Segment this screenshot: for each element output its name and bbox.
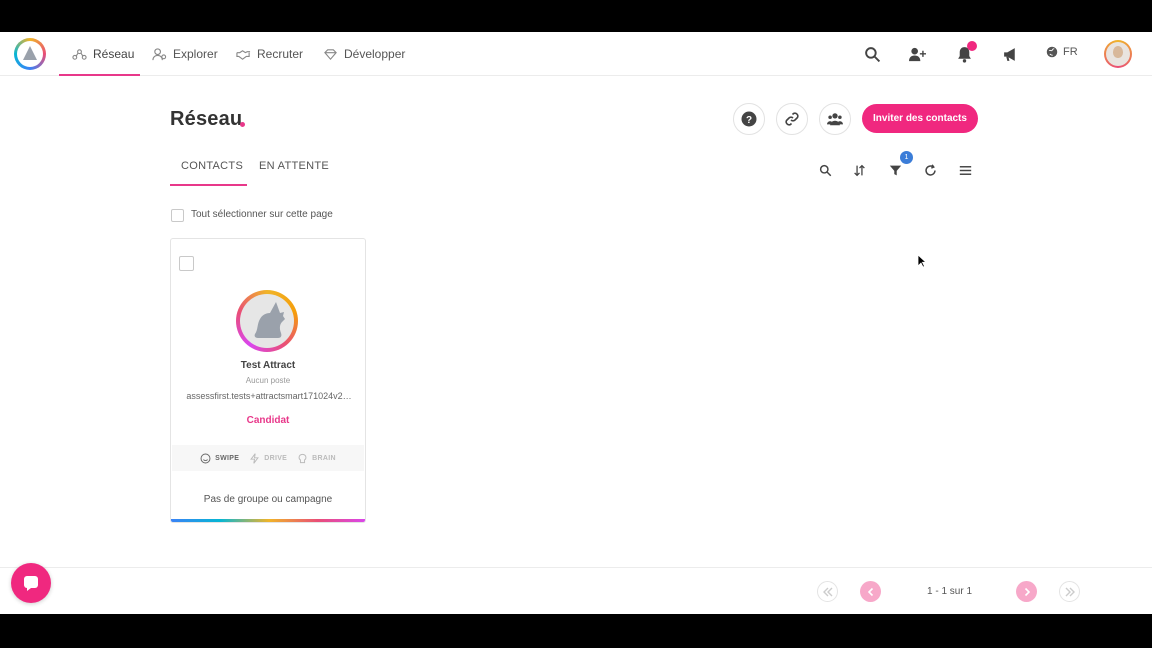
question-icon: ?	[741, 111, 757, 127]
first-page-button[interactable]	[817, 581, 838, 602]
contact-role: Candidat	[246, 415, 290, 426]
user-avatar[interactable]	[1104, 40, 1132, 68]
language-label: FR	[1063, 46, 1078, 58]
chevron-right-icon	[1024, 587, 1030, 596]
smile-icon	[200, 453, 211, 463]
contact-name: Test Attract	[240, 360, 296, 371]
share-link-button[interactable]	[776, 103, 808, 135]
filter-icon[interactable]	[886, 161, 904, 179]
tab-contacts[interactable]: CONTACTS	[181, 160, 243, 186]
brain-tool-label: BRAIN	[312, 454, 336, 462]
swipe-tool-label: SWIPE	[215, 454, 240, 462]
pagination-bar: 1 - 1 sur 1	[0, 567, 1152, 614]
unicorn-icon	[254, 302, 285, 338]
group-icon	[827, 113, 843, 126]
notification-dot	[967, 41, 977, 51]
select-all-checkbox[interactable]	[171, 209, 184, 222]
drive-tool-label: DRIVE	[264, 454, 288, 462]
last-page-button[interactable]	[1059, 581, 1080, 602]
link-icon	[785, 112, 799, 126]
search-icon[interactable]	[816, 161, 834, 179]
contact-position: Aucun poste	[245, 376, 291, 385]
app-screen: Réseau Explorer Recruter Développer FR R…	[0, 32, 1152, 614]
globe-icon	[1046, 46, 1058, 58]
top-navbar: Réseau Explorer Recruter Développer FR	[0, 32, 1152, 76]
active-tab-indicator	[170, 184, 247, 186]
drive-tool[interactable]: DRIVE	[249, 452, 288, 464]
network-icon	[72, 48, 87, 60]
nav-item-label: Développer	[344, 47, 406, 61]
nav-item-explorer[interactable]: Explorer	[152, 32, 218, 76]
nav-item-reseau[interactable]: Réseau	[72, 32, 134, 76]
chat-widget-button[interactable]	[11, 563, 51, 603]
megaphone-icon[interactable]	[1000, 44, 1020, 64]
double-chevron-left-icon	[822, 587, 832, 596]
svg-text:?: ?	[746, 115, 752, 126]
filter-count-badge: 1	[900, 151, 913, 164]
nav-item-label: Réseau	[93, 47, 135, 61]
contact-group: Pas de groupe ou campagne	[203, 494, 333, 505]
contact-email: assessfirst.tests+attractsmart171024v2…	[186, 391, 352, 401]
language-selector[interactable]: FR	[1046, 46, 1078, 58]
nav-item-label: Explorer	[173, 47, 218, 61]
title-accent-dot	[240, 122, 245, 127]
tab-en-attente[interactable]: EN ATTENTE	[259, 160, 329, 186]
chat-icon	[24, 576, 38, 591]
groups-button[interactable]	[819, 103, 851, 135]
help-button[interactable]: ?	[733, 103, 765, 135]
refresh-icon[interactable]	[921, 161, 939, 179]
active-nav-indicator	[59, 74, 140, 76]
page-title: Réseau	[170, 108, 243, 130]
users-search-icon	[152, 47, 167, 60]
diamond-icon	[324, 48, 337, 60]
invite-contacts-button[interactable]: Inviter des contacts	[862, 104, 978, 133]
nav-item-developper[interactable]: Développer	[323, 32, 405, 76]
card-checkbox[interactable]	[179, 256, 194, 271]
previous-page-button[interactable]	[860, 581, 881, 602]
sort-icon[interactable]	[850, 161, 868, 179]
swipe-tool[interactable]: SWIPE	[200, 453, 239, 464]
chevron-left-icon	[867, 587, 873, 596]
add-user-icon[interactable]	[907, 44, 927, 64]
nav-item-recruter[interactable]: Recruter	[236, 32, 303, 76]
select-all-label: Tout sélectionner sur cette page	[191, 209, 333, 220]
card-gradient-bar	[171, 519, 365, 522]
search-icon[interactable]	[862, 44, 882, 64]
handshake-icon	[236, 49, 251, 60]
bolt-icon	[250, 452, 260, 464]
contact-avatar	[236, 290, 298, 352]
mouse-cursor	[917, 254, 927, 268]
next-page-button[interactable]	[1016, 581, 1037, 602]
nav-item-label: Recruter	[257, 47, 304, 61]
card-tools: SWIPE DRIVE BRAIN	[172, 445, 364, 471]
app-logo[interactable]	[14, 38, 46, 70]
menu-icon[interactable]	[956, 161, 974, 179]
double-chevron-right-icon	[1065, 587, 1075, 596]
brain-tool[interactable]: BRAIN	[297, 453, 336, 464]
pagination-info: 1 - 1 sur 1	[927, 586, 973, 597]
contact-card[interactable]: Test Attract Aucun poste assessfirst.tes…	[170, 238, 366, 523]
brain-icon	[298, 453, 307, 463]
